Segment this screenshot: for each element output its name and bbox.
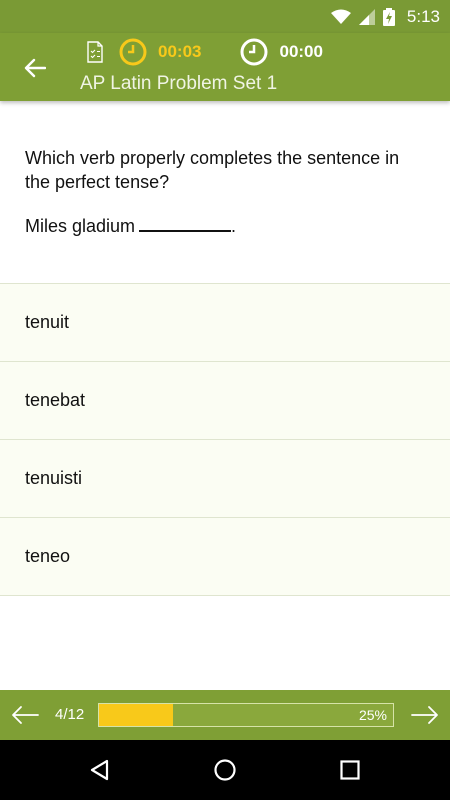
signal-icon xyxy=(358,8,375,25)
app-bar: 00:03 00:00 AP Latin Problem Set 1 xyxy=(0,33,450,101)
back-button[interactable] xyxy=(20,53,50,83)
sentence-text: Miles gladium xyxy=(25,216,136,236)
square-recents-icon xyxy=(340,760,360,780)
previous-question-button[interactable] xyxy=(10,702,40,728)
wifi-icon xyxy=(330,9,351,24)
answer-label: tenuit xyxy=(25,312,70,332)
back-nav-button[interactable] xyxy=(87,757,113,783)
answer-list: tenuit tenebat tenuisti teneo xyxy=(0,283,450,596)
total-timer: 00:00 xyxy=(279,42,323,61)
answer-blank xyxy=(139,214,232,232)
arrow-right-icon xyxy=(411,706,438,724)
question-prompt: Which verb properly completes the senten… xyxy=(25,148,400,192)
worksheet-icon xyxy=(87,41,103,63)
circle-home-icon xyxy=(214,759,236,781)
home-nav-button[interactable] xyxy=(212,757,238,783)
timer-row: 00:03 00:00 xyxy=(86,38,323,66)
recents-nav-button[interactable] xyxy=(337,757,363,783)
answer-label: tenebat xyxy=(25,390,86,410)
answer-label: tenuisti xyxy=(25,468,83,488)
battery-charging-icon xyxy=(382,7,395,26)
answer-option[interactable]: tenuit xyxy=(0,283,450,361)
answer-option[interactable]: tenebat xyxy=(0,361,450,439)
progress-bar: 25% xyxy=(98,703,394,727)
footer-bar: 4/12 25% xyxy=(0,690,450,740)
arrow-left-icon xyxy=(24,58,46,78)
arrow-left-icon xyxy=(12,706,39,724)
status-icons: 5:13 xyxy=(330,0,440,33)
clock-icon xyxy=(119,38,147,66)
answer-option[interactable]: teneo xyxy=(0,517,450,596)
status-time: 5:13 xyxy=(406,6,440,26)
clock-icon xyxy=(240,38,268,66)
elapsed-timer: 00:03 xyxy=(158,42,202,61)
progress-fill xyxy=(99,704,173,726)
status-bar: 5:13 xyxy=(0,0,450,33)
sentence-end: . xyxy=(231,216,237,236)
system-nav-bar xyxy=(0,740,450,800)
question-position: 4/12 xyxy=(55,706,85,723)
page-title: AP Latin Problem Set 1 xyxy=(80,73,278,94)
answer-option[interactable]: tenuisti xyxy=(0,439,450,517)
answer-label: teneo xyxy=(25,546,71,566)
progress-percent: 25% xyxy=(358,707,387,723)
next-question-button[interactable] xyxy=(410,702,440,728)
question-sentence: Miles gladium. xyxy=(25,214,236,237)
triangle-back-icon xyxy=(90,759,109,781)
